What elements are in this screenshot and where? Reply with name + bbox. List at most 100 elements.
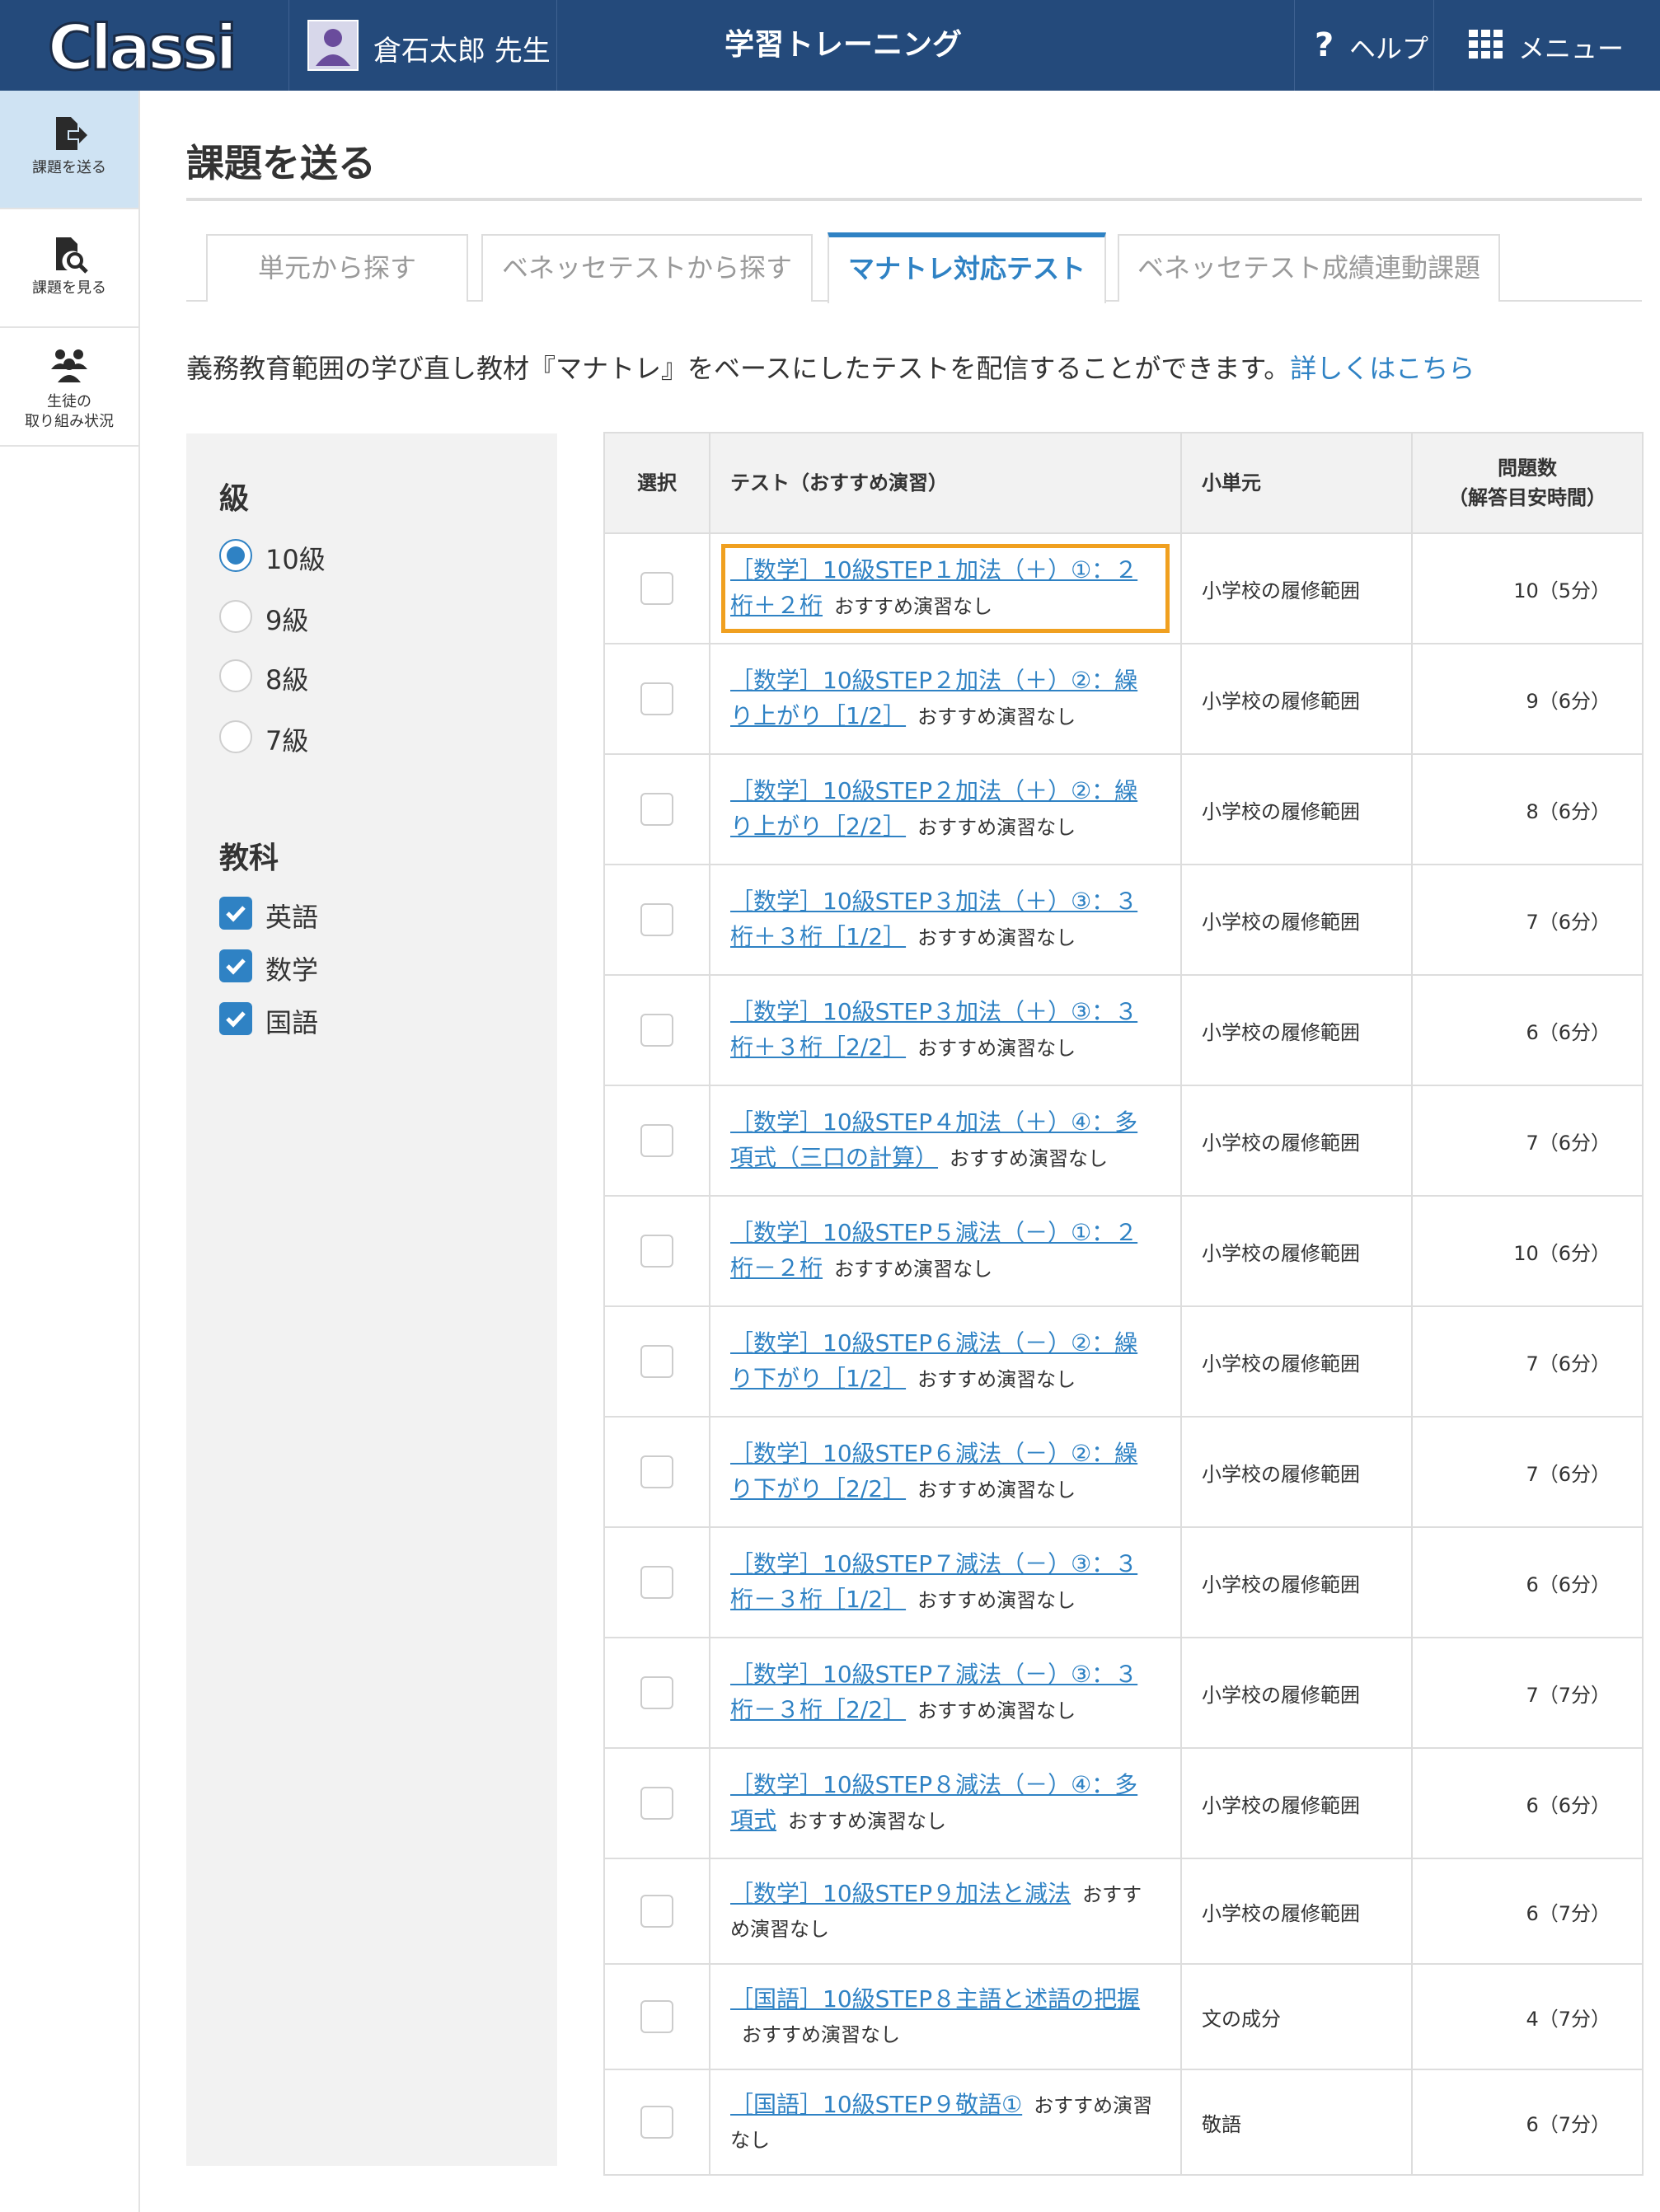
test-title-line1: ［数学］10級STEP３加法（＋）③：３	[730, 888, 1138, 915]
test-cell: ［数学］10級STEP１加法（＋）①：２ 桁＋２桁 おすすめ演習なし	[709, 532, 1182, 644]
test-title-line1: ［国語］10級STEP８主語と述語の把握	[730, 1985, 1141, 2013]
test-cell: ［数学］10級STEP２加法（＋）②：繰 り上がり［2/2］ おすすめ演習なし	[709, 753, 1182, 865]
filter-panel: 級 10級 9級 8級 7級 教科 英語 数学 国語	[186, 433, 557, 2166]
table-row: ［数学］10級STEP７減法（－）③：３ 桁－３桁［1/2］ おすすめ演習なし 小学校…	[603, 1526, 1644, 1638]
row-checkbox[interactable]	[640, 1124, 673, 1157]
test-entry: ［数学］10級STEP２加法（＋）②：繰 り上がり［2/2］ おすすめ演習なし	[730, 774, 1161, 845]
classi-logo[interactable]: Classi	[41, 8, 264, 87]
help-button[interactable]: ? ヘルプ	[1294, 0, 1434, 91]
row-checkbox[interactable]	[640, 1676, 673, 1709]
row-checkbox[interactable]	[640, 903, 673, 936]
row-checkbox[interactable]	[640, 1566, 673, 1599]
row-checkbox[interactable]	[640, 2000, 673, 2033]
sidebar: 課題を送る 課題を見る 生徒の 取り組み状況	[0, 91, 140, 2212]
sub-unit-cell: 小学校の履修範囲	[1180, 864, 1413, 976]
test-title-line1: ［数学］10級STEP７減法（－）③：３	[730, 1550, 1138, 1577]
row-checkbox[interactable]	[640, 1787, 673, 1820]
details-link[interactable]: 詳しくはこちら	[1290, 353, 1475, 384]
select-cell	[603, 1416, 710, 1528]
select-cell	[603, 2069, 710, 2176]
recommended-practice: おすすめ演習なし	[834, 595, 993, 618]
test-title-line1: ［数学］10級STEP６減法（－）②：繰	[730, 1440, 1138, 1467]
radio-selected[interactable]	[219, 539, 252, 572]
recommended-practice: おすすめ演習なし	[917, 1589, 1076, 1612]
header-count-line2: （解答目安時間）	[1448, 486, 1606, 509]
row-checkbox[interactable]	[640, 682, 673, 715]
menu-button[interactable]: メニュー	[1434, 0, 1660, 91]
recommended-practice: おすすめ演習なし	[742, 2022, 900, 2046]
checkbox-checked[interactable]	[219, 1002, 252, 1035]
test-entry: ［数学］10級STEP６減法（－）②：繰 り下がり［2/2］ おすすめ演習なし	[730, 1436, 1161, 1507]
test-entry: ［数学］10級STEP３加法（＋）③：３ 桁＋３桁［1/2］ おすすめ演習なし	[730, 884, 1161, 955]
test-cell: ［数学］10級STEP８減法（－）④：多 項式 おすすめ演習なし	[709, 1747, 1182, 1859]
select-cell	[603, 1305, 710, 1418]
test-title-line2: り上がり［2/2］	[730, 813, 907, 840]
test-title-line2: 桁＋２桁	[730, 592, 823, 619]
tab-benesse-linked-assignment[interactable]: ベネッセテスト成績連動課題	[1118, 234, 1500, 302]
sub-unit-cell: 小学校の履修範囲	[1180, 1747, 1413, 1859]
select-cell	[603, 753, 710, 865]
radio-unselected[interactable]	[219, 659, 252, 692]
table-row: ［国語］10級STEP９敬語① おすすめ演習なし 敬語 6（7分）	[603, 2069, 1644, 2176]
select-cell	[603, 532, 710, 644]
test-entry: ［国語］10級STEP９敬語① おすすめ演習なし	[730, 2088, 1161, 2158]
test-cell: ［数学］10級STEP３加法（＋）③：３ 桁＋３桁［1/2］ おすすめ演習なし	[709, 864, 1182, 976]
test-title-link[interactable]: ［数学］10級STEP９加法と減法	[730, 1880, 1071, 1907]
recommended-practice: おすすめ演習なし	[917, 816, 1076, 839]
table-row: ［数学］10級STEP２加法（＋）②：繰 り上がり［1/2］ おすすめ演習なし 小学校…	[603, 643, 1644, 755]
sub-unit-cell: 小学校の履修範囲	[1180, 1637, 1413, 1749]
sidebar-item-view-assignment[interactable]: 課題を見る	[0, 209, 138, 328]
question-count-cell: 6（6分）	[1411, 1747, 1644, 1859]
table-row: ［数学］10級STEP６減法（－）②：繰 り下がり［1/2］ おすすめ演習なし 小学校…	[603, 1305, 1644, 1418]
test-entry: ［数学］10級STEP７減法（－）③：３ 桁－３桁［1/2］ おすすめ演習なし	[730, 1547, 1161, 1618]
recommended-practice: おすすめ演習なし	[834, 1258, 993, 1281]
table-row: ［数学］10級STEP１加法（＋）①：２ 桁＋２桁 おすすめ演習なし 小学校の履修範囲…	[603, 532, 1644, 644]
highlighted-test-entry: ［数学］10級STEP１加法（＋）①：２ 桁＋２桁 おすすめ演習なし	[721, 544, 1170, 633]
sub-unit-cell: 小学校の履修範囲	[1180, 532, 1413, 644]
header-count-line1: 問題数	[1498, 457, 1557, 480]
table-body: ［数学］10級STEP１加法（＋）①：２ 桁＋２桁 おすすめ演習なし 小学校の履修範囲…	[603, 532, 1644, 2176]
test-title-link[interactable]: ［国語］10級STEP８主語と述語の把握	[730, 1985, 1140, 2013]
radio-unselected[interactable]	[219, 600, 252, 633]
table-header-row: 選択 テスト（おすすめ演習） 小単元 問題数 （解答目安時間）	[603, 432, 1644, 534]
test-title-link[interactable]: ［国語］10級STEP９敬語①	[730, 2091, 1022, 2118]
question-count-cell: 8（6分）	[1411, 753, 1644, 865]
sidebar-item-student-progress[interactable]: 生徒の 取り組み状況	[0, 328, 138, 447]
row-checkbox[interactable]	[640, 1014, 673, 1047]
row-checkbox[interactable]	[640, 1895, 673, 1928]
test-title-line1: ［数学］10級STEP１加法（＋）①：２	[730, 556, 1138, 583]
question-count-cell: 6（7分）	[1411, 1858, 1644, 1965]
row-checkbox[interactable]	[640, 2106, 673, 2139]
grade-heading: 級	[219, 482, 250, 516]
radio-unselected[interactable]	[219, 720, 252, 753]
test-title-line2: り下がり［2/2］	[730, 1475, 907, 1502]
table-row: ［数学］10級STEP２加法（＋）②：繰 り上がり［2/2］ おすすめ演習なし 小学校…	[603, 753, 1644, 865]
sidebar-item-send-assignment[interactable]: 課題を送る	[0, 91, 138, 209]
subject-label: 数学	[265, 954, 319, 986]
recommended-practice: おすすめ演習なし	[917, 926, 1076, 949]
grid-menu-icon	[1469, 30, 1503, 59]
tab-benesse-test-search[interactable]: ベネッセテストから探す	[481, 234, 813, 302]
row-checkbox[interactable]	[640, 793, 673, 826]
checkbox-checked[interactable]	[219, 897, 252, 930]
sub-unit-cell: 小学校の履修範囲	[1180, 974, 1413, 1086]
question-count-cell: 10（5分）	[1411, 532, 1644, 644]
table-row: ［数学］10級STEP８減法（－）④：多 項式 おすすめ演習なし 小学校の履修範囲 6（…	[603, 1747, 1644, 1859]
intro-text: 義務教育範囲の学び直し教材『マナトレ』をベースにしたテストを配信することができま…	[186, 348, 1475, 386]
test-table: 選択 テスト（おすすめ演習） 小単元 問題数 （解答目安時間） ［数学］10級S…	[603, 432, 1644, 2176]
checkmark-icon	[226, 958, 246, 975]
user-profile[interactable]: 倉石太郎 先生	[288, 0, 557, 91]
table-row: ［数学］10級STEP３加法（＋）③：３ 桁＋３桁［1/2］ おすすめ演習なし 小学校…	[603, 864, 1644, 976]
recommended-practice: おすすめ演習なし	[917, 1368, 1076, 1391]
tab-unit-search[interactable]: 単元から探す	[206, 234, 468, 302]
test-cell: ［国語］10級STEP９敬語① おすすめ演習なし	[709, 2069, 1182, 2176]
test-title-line1: ［数学］10級STEP８減法（－）④：多	[730, 1771, 1138, 1798]
checkbox-checked[interactable]	[219, 949, 252, 982]
row-checkbox[interactable]	[640, 1345, 673, 1378]
row-checkbox[interactable]	[640, 1455, 673, 1488]
row-checkbox[interactable]	[640, 1235, 673, 1268]
row-checkbox[interactable]	[640, 572, 673, 605]
tab-manatore-test[interactable]: マナトレ対応テスト	[828, 232, 1106, 303]
test-entry: ［数学］10級STEP５減法（－）①：２ 桁－２桁 おすすめ演習なし	[730, 1216, 1161, 1286]
sidebar-item-label-line2: 取り組み状況	[25, 413, 114, 430]
